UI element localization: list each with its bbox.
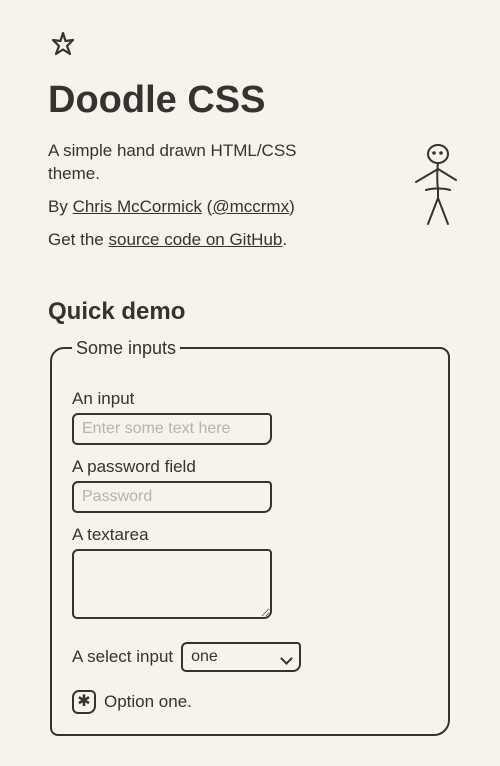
text-input-label: An input <box>72 389 428 409</box>
author-handle-link[interactable]: @mccrmx <box>212 197 289 216</box>
tagline: A simple hand drawn HTML/CSS theme. <box>48 140 328 186</box>
password-input[interactable] <box>72 481 272 513</box>
select-label: A select input <box>72 647 173 667</box>
quick-demo-heading: Quick demo <box>48 298 452 326</box>
byline: By Chris McCormick (@mccrmx) <box>48 196 452 219</box>
paren-open: ( <box>202 197 212 216</box>
text-input[interactable] <box>72 413 272 445</box>
source-link[interactable]: source code on GitHub <box>108 230 282 249</box>
password-input-label: A password field <box>72 457 428 477</box>
fieldset-legend: Some inputs <box>72 338 180 359</box>
inputs-fieldset: Some inputs An input A password field A … <box>50 338 450 736</box>
select-input[interactable]: one <box>181 642 301 672</box>
by-prefix: By <box>48 197 73 216</box>
period: . <box>282 230 287 249</box>
source-line: Get the source code on GitHub. <box>48 229 452 252</box>
author-link[interactable]: Chris McCormick <box>73 197 202 216</box>
textarea-input[interactable] <box>72 549 272 619</box>
star-icon <box>48 30 452 65</box>
source-prefix: Get the <box>48 230 108 249</box>
paren-close: ) <box>289 197 295 216</box>
checkbox-option-one-label: Option one. <box>104 692 192 712</box>
textarea-label: A textarea <box>72 525 428 545</box>
stick-figure-illustration <box>404 142 462 237</box>
checkbox-option-one[interactable]: ✱ <box>72 690 96 714</box>
page-title: Doodle CSS <box>48 79 452 122</box>
